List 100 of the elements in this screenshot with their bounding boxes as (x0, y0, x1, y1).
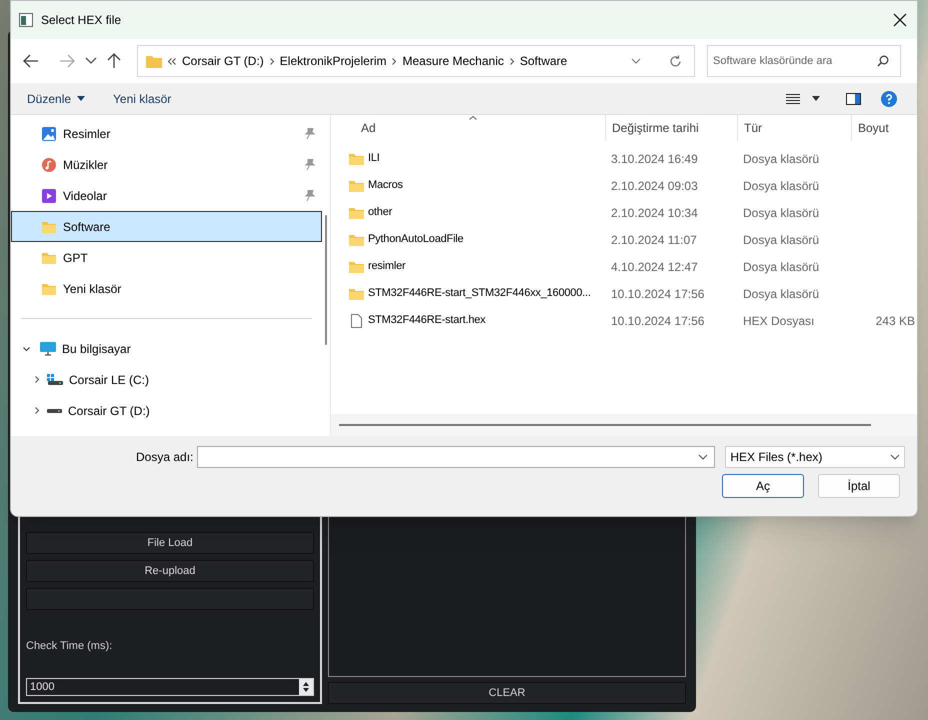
file-name[interactable]: other (368, 204, 392, 221)
sidebar-item[interactable]: Resimler (11, 118, 322, 149)
column-header[interactable]: Ad (361, 119, 376, 137)
search-field[interactable]: Software klasöründe ara (707, 45, 901, 77)
breadcrumb-item[interactable]: Measure Mechanic (402, 52, 504, 70)
search-icon[interactable] (877, 55, 889, 67)
image-icon (42, 126, 56, 140)
drive-icon (47, 374, 63, 385)
file-type: Dosya klasörü (742, 258, 820, 276)
folder-icon (349, 232, 364, 246)
horizontal-scrollbar[interactable] (339, 424, 871, 426)
breadcrumb-item[interactable]: Corsair GT (D:) (182, 52, 264, 70)
chevron-right-icon[interactable] (392, 58, 396, 64)
modified-date: 2.10.2024 09:03 (610, 178, 699, 194)
toolbar-button[interactable]: Yeni klasör (113, 90, 172, 108)
pin-icon[interactable] (305, 128, 315, 139)
sidebar-item[interactable]: GPT (11, 242, 322, 273)
chevron-down-icon[interactable] (698, 454, 708, 460)
sidebar-item[interactable]: Müzikler (11, 149, 322, 180)
file-size: 243 KB (876, 312, 915, 330)
preview-pane-icon[interactable] (846, 92, 861, 104)
search-input[interactable]: Software klasöründe ara (713, 52, 877, 70)
caret-icon[interactable] (812, 96, 820, 101)
file-name-field[interactable] (197, 446, 716, 468)
file-name[interactable]: ILI (368, 150, 380, 167)
pin-icon[interactable] (305, 159, 315, 170)
chevron-right-icon[interactable] (510, 58, 514, 64)
folder-icon (42, 220, 56, 234)
file-type: Dosya klasörü (742, 178, 820, 194)
file-type: HEX Dosyası (742, 312, 816, 330)
monitor-icon (40, 342, 56, 356)
modified-date: 4.10.2024 12:47 (610, 258, 699, 276)
sidebar-item[interactable]: Bu bilgisayar (62, 340, 131, 358)
music-note-icon (42, 158, 56, 172)
help-icon[interactable] (881, 90, 897, 106)
folder-icon (42, 282, 56, 296)
file-name[interactable]: STM32F446RE-start_STM32F446xx_160000... (368, 285, 591, 302)
drive-icon (47, 408, 62, 412)
refresh-icon[interactable] (669, 54, 682, 68)
open-button[interactable]: Aç (722, 474, 804, 498)
dropdown-chevron-icon[interactable] (631, 58, 641, 64)
chevron-right-icon[interactable] (35, 376, 39, 383)
scrollbar-thumb[interactable] (325, 215, 327, 345)
caret-icon[interactable] (77, 96, 86, 101)
modified-date: 3.10.2024 16:49 (610, 150, 699, 168)
column-header[interactable]: Tür (744, 119, 762, 137)
check-time-spinbox[interactable]: 1000 (26, 678, 314, 696)
toolbar-button[interactable]: Düzenle (27, 90, 72, 108)
sidebar-item[interactable]: Software (11, 211, 322, 242)
pin-icon[interactable] (305, 190, 315, 201)
file-type: Dosya klasörü (742, 232, 820, 248)
folder-icon (349, 286, 364, 300)
sidebar-item[interactable]: Corsair GT (D:) (68, 402, 150, 420)
folder-icon (349, 178, 364, 192)
address-bar[interactable]: Corsair GT (D:) ElektronikProjelerim Measure Mechanic Software (137, 45, 695, 77)
file-type: Dosya klasörü (742, 150, 820, 168)
double-chevron-icon[interactable] (168, 58, 176, 64)
chevron-right-icon[interactable] (35, 407, 39, 414)
spin-arrows-icon[interactable] (299, 679, 313, 695)
app-button[interactable]: Re-upload (26, 560, 314, 582)
column-header[interactable]: Boyut (858, 119, 889, 137)
sidebar-item[interactable]: Videolar (11, 180, 322, 211)
back-arrow-icon[interactable] (23, 54, 39, 68)
file-name-label: Dosya adı: (136, 449, 194, 466)
window-title: Select HEX file (41, 12, 122, 29)
check-time-label: Check Time (ms): (26, 639, 114, 654)
modified-date: 2.10.2024 11:07 (610, 232, 698, 248)
app-button[interactable]: File Load (26, 532, 314, 554)
file-type: Dosya klasörü (742, 204, 820, 222)
app-window-icon (19, 13, 33, 27)
chevron-down-icon[interactable] (85, 57, 97, 65)
sidebar-item[interactable]: Yeni klasör (11, 273, 322, 304)
breadcrumb-item[interactable]: ElektronikProjelerim (280, 52, 386, 70)
close-icon[interactable] (893, 13, 907, 27)
modified-date: 10.10.2024 17:56 (610, 286, 706, 302)
chevron-down-icon (890, 454, 900, 460)
breadcrumb-item[interactable]: Software (520, 52, 568, 70)
folder-icon (349, 152, 364, 166)
file-name[interactable]: PythonAutoLoadFile (368, 231, 464, 248)
file-name[interactable]: resimler (368, 258, 406, 275)
file-type: Dosya klasörü (742, 286, 820, 302)
folder-icon (349, 260, 364, 274)
folder-icon (146, 54, 162, 68)
modified-date: 10.10.2024 17:56 (610, 312, 706, 330)
sidebar-item[interactable]: Corsair LE (C:) (69, 370, 150, 388)
check-time-value: 1000 (29, 680, 56, 695)
view-list-icon[interactable] (786, 92, 800, 104)
clear-button[interactable]: CLEAR (328, 682, 686, 704)
folder-icon (349, 206, 364, 220)
file-name[interactable]: Macros (368, 177, 403, 194)
up-arrow-icon[interactable] (107, 53, 121, 69)
modified-date: 2.10.2024 10:34 (610, 204, 699, 222)
column-header[interactable]: Değiştirme tarihi (612, 119, 699, 137)
video-icon (42, 188, 56, 202)
cancel-button[interactable]: İptal (818, 474, 900, 498)
chevron-down-icon[interactable] (23, 346, 30, 350)
file-name[interactable]: STM32F446RE-start.hex (368, 312, 486, 329)
file-icon (349, 314, 364, 328)
file-type-dropdown[interactable]: HEX Files (*.hex) (725, 446, 906, 468)
chevron-right-icon[interactable] (270, 58, 274, 64)
